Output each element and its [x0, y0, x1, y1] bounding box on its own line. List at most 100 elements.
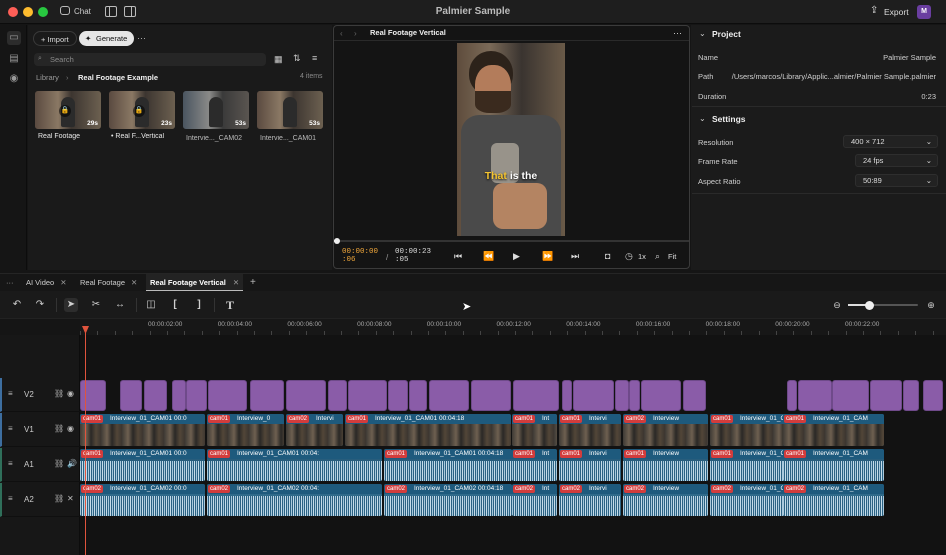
text-tool-icon[interactable]: T: [223, 298, 237, 312]
export-icon[interactable]: ⇪: [870, 5, 878, 16]
add-tab-icon[interactable]: +: [250, 274, 256, 292]
play-icon[interactable]: ▶: [513, 251, 520, 262]
a1-clip[interactable]: Interview_01_CAM cam01: [783, 449, 884, 481]
zoom-slider[interactable]: [848, 301, 918, 310]
a2-clip[interactable]: Interview cam02: [623, 484, 708, 516]
cut-tool-icon[interactable]: ✂: [89, 298, 103, 312]
v2-clip[interactable]: [683, 380, 706, 411]
track-header-v1[interactable]: ≡ V1 ⛓ ◉: [0, 413, 80, 447]
skip-start-icon[interactable]: ⏮: [454, 251, 462, 262]
avatar[interactable]: M: [917, 5, 931, 19]
drag-handle-icon[interactable]: ≡: [8, 424, 13, 433]
v1-clip[interactable]: Interview cam02: [623, 414, 708, 446]
drag-handle-icon[interactable]: ≡: [8, 494, 13, 503]
message-icon[interactable]: ▤: [7, 52, 21, 66]
zoom-slider-thumb[interactable]: [865, 301, 874, 310]
v2-clip[interactable]: [80, 380, 106, 411]
v2-clip[interactable]: [471, 380, 511, 411]
project-section-title[interactable]: Project: [712, 29, 741, 39]
skip-end-icon[interactable]: ⏭: [571, 251, 579, 262]
v1-clip[interactable]: Intervi cam02: [286, 414, 343, 446]
tab-ai-video[interactable]: AI Video ✕: [26, 274, 67, 292]
collapse-settings-icon[interactable]: ⌄: [699, 114, 706, 123]
preview-scrubber[interactable]: [334, 238, 340, 244]
a2-clip[interactable]: Int cam02: [512, 484, 557, 516]
filter-icon[interactable]: ≡: [312, 53, 317, 63]
a2-clip[interactable]: Interview_01_CAM02 00:04:18 cam02: [384, 484, 512, 516]
track-header-a2[interactable]: ≡ A2 ⛓ ✕: [0, 483, 80, 517]
mark-out-icon[interactable]: ]: [192, 298, 206, 312]
v2-clip[interactable]: [144, 380, 167, 411]
eye-icon[interactable]: ◉: [67, 389, 74, 398]
v1-clip[interactable]: Int cam01: [512, 414, 557, 446]
a2-clip[interactable]: Interview_01_CAM02 00:04: cam02: [207, 484, 382, 516]
v2-clip[interactable]: [615, 380, 629, 411]
v1-clip[interactable]: Interview_01_CAM01 00:0 cam01: [80, 414, 205, 446]
v2-clip[interactable]: [186, 380, 207, 411]
v2-clip[interactable]: [641, 380, 681, 411]
v1-clip[interactable]: Intervi cam01: [559, 414, 621, 446]
v1-clip[interactable]: Interview_01_CAM01 00:04:18 cam01: [345, 414, 511, 446]
v2-clip[interactable]: [787, 380, 797, 411]
playhead[interactable]: [85, 326, 86, 555]
step-back-icon[interactable]: ⏪: [483, 251, 494, 262]
camera-icon[interactable]: ◘: [605, 251, 610, 261]
preview-more-icon[interactable]: ⋯: [673, 28, 682, 39]
a2-clip[interactable]: Interview_01_CAM02 00:0 cam02: [80, 484, 205, 516]
forward-chevron-icon[interactable]: ›: [354, 29, 357, 38]
select-tool-icon[interactable]: ➤: [64, 298, 78, 312]
speed-icon[interactable]: ◷: [625, 251, 633, 262]
mute-icon[interactable]: ✕: [67, 494, 74, 503]
a1-clip[interactable]: Interview cam01: [623, 449, 708, 481]
v2-clip[interactable]: [832, 380, 869, 411]
v2-clip[interactable]: [286, 380, 326, 411]
library-item-thumbnail[interactable]: 🔒 29s: [35, 91, 101, 129]
zoom-out-icon[interactable]: ⊖: [830, 298, 844, 312]
track-header-a1[interactable]: ≡ A1 ⛓ 🔊: [0, 448, 80, 482]
v2-clip[interactable]: [208, 380, 247, 411]
close-tab-icon[interactable]: ✕: [60, 278, 66, 287]
v2-clip[interactable]: [328, 380, 347, 411]
v2-clip[interactable]: [903, 380, 919, 411]
v2-clip[interactable]: [409, 380, 427, 411]
time-ruler[interactable]: 00:00:02:00 00:00:04:00 00:00:06:00 00:00:0…: [80, 319, 946, 335]
link-icon[interactable]: ⛓: [54, 424, 64, 433]
v2-clip[interactable]: [388, 380, 408, 411]
v2-clip[interactable]: [513, 380, 559, 411]
speed-value[interactable]: 1x: [638, 252, 646, 261]
settings-section-title[interactable]: Settings: [712, 114, 746, 124]
search-input[interactable]: Search: [34, 53, 266, 66]
volume-icon[interactable]: 🔊: [67, 459, 77, 468]
link-icon[interactable]: ⛓: [54, 459, 64, 468]
tabs-more-icon[interactable]: ···: [6, 274, 14, 292]
sort-icon[interactable]: ⇅: [293, 53, 301, 64]
frame-rate-select[interactable]: 24 fps ⌄: [855, 154, 938, 167]
v2-clip[interactable]: [120, 380, 142, 411]
split-icon[interactable]: ◫: [144, 298, 158, 312]
a2-clip[interactable]: Intervi cam02: [559, 484, 621, 516]
a1-clip[interactable]: Interview_01_CAM01 00:04:18 cam01: [384, 449, 512, 481]
v2-clip[interactable]: [798, 380, 832, 411]
drag-handle-icon[interactable]: ≡: [8, 389, 13, 398]
a2-clip[interactable]: Interview_01_CAM cam02: [783, 484, 884, 516]
aspect-ratio-select[interactable]: 50:89 ⌄: [855, 174, 938, 187]
resolution-select[interactable]: 400 × 712 ⌄: [843, 135, 938, 148]
export-button[interactable]: Export: [884, 7, 909, 17]
link-icon[interactable]: ⛓: [54, 494, 64, 503]
collapse-project-icon[interactable]: ⌄: [699, 29, 706, 38]
a1-clip[interactable]: Int cam01: [512, 449, 557, 481]
v1-clip[interactable]: Interview_01_CAM cam01: [783, 414, 884, 446]
v2-clip[interactable]: [562, 380, 572, 411]
a1-clip[interactable]: Interview_01_CAM01 00:04: cam01: [207, 449, 382, 481]
undo-icon[interactable]: ↶: [10, 298, 24, 312]
generate-button[interactable]: ✦ Generate: [79, 31, 135, 46]
v2-clip[interactable]: [172, 380, 186, 411]
drag-handle-icon[interactable]: ≡: [8, 459, 13, 468]
redo-icon[interactable]: ↷: [33, 298, 47, 312]
v1-clip[interactable]: Interview_0 cam01: [207, 414, 284, 446]
v2-clip[interactable]: [429, 380, 469, 411]
a1-clip[interactable]: Intervi cam01: [559, 449, 621, 481]
library-item-thumbnail[interactable]: 53s: [183, 91, 249, 129]
audio-icon[interactable]: ◉: [7, 72, 21, 86]
more-icon[interactable]: ···: [137, 33, 146, 43]
